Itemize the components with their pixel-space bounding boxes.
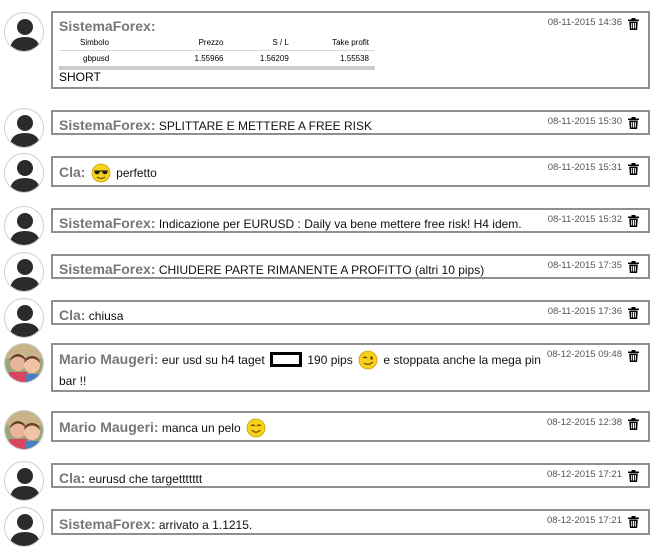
message-author: SistemaForex: bbox=[59, 117, 156, 133]
message-bubble: Mario Maugeri: manca un pelo 08-12-2015 … bbox=[51, 411, 650, 442]
message-text: SPLITTARE E METTERE A FREE RISK bbox=[158, 119, 372, 133]
message-author: Cla: bbox=[59, 307, 86, 323]
message-author: SistemaForex: bbox=[59, 18, 156, 34]
message-bubble: SistemaForex: SPLITTARE E METTERE A FREE… bbox=[51, 110, 650, 135]
message-timestamp: 08-11-2015 17:35 bbox=[547, 260, 622, 271]
message-line: SistemaForex: Indicazione per EURUSD : D… bbox=[59, 215, 539, 231]
message-line: Cla: perfetto bbox=[59, 163, 539, 183]
message-line: bar !! bbox=[59, 374, 539, 388]
default-avatar-icon bbox=[4, 12, 44, 52]
trash-icon[interactable] bbox=[628, 350, 639, 362]
user-photo-avatar bbox=[4, 410, 44, 450]
table-header: Take profit bbox=[294, 35, 375, 51]
table-row: gbpusd 1.55966 1.56209 1.55538 bbox=[59, 50, 375, 70]
message-text: arrivato a 1.1215. bbox=[158, 518, 253, 532]
message-author: SistemaForex: bbox=[59, 516, 156, 532]
trash-icon[interactable] bbox=[628, 18, 639, 30]
message-text: perfetto bbox=[116, 166, 157, 180]
message-bubble: SistemaForex: Indicazione per EURUSD : D… bbox=[51, 208, 650, 233]
trash-icon[interactable] bbox=[628, 470, 639, 482]
message-timestamp: 08-11-2015 15:30 bbox=[547, 116, 622, 127]
user-photo-avatar bbox=[4, 343, 44, 383]
message-text: chiusa bbox=[88, 309, 124, 323]
message-text: eurusd che targettttttt bbox=[88, 472, 203, 486]
message-bubble: Cla: perfetto 08-11-2015 15:31 bbox=[51, 156, 650, 187]
table-cell: 1.55966 bbox=[164, 50, 230, 70]
message-timestamp: 08-12-2015 09:48 bbox=[546, 349, 622, 360]
message-bubble: Cla: chiusa 08-11-2015 17:36 bbox=[51, 300, 650, 325]
message-text: manca un pelo bbox=[161, 421, 241, 435]
default-avatar-icon bbox=[4, 252, 44, 292]
default-avatar-icon bbox=[4, 507, 44, 547]
message-timestamp: 08-11-2015 17:36 bbox=[547, 306, 622, 317]
message-author: Cla: bbox=[59, 470, 86, 486]
message-text: e stoppata anche la mega pin bbox=[383, 353, 541, 367]
message-timestamp: 08-12-2015 17:21 bbox=[546, 469, 622, 480]
table-cell: 1.56209 bbox=[229, 50, 295, 70]
message-timestamp: 08-12-2015 12:38 bbox=[546, 417, 622, 428]
message-timestamp: 08-11-2015 15:31 bbox=[547, 162, 622, 173]
message-author: SistemaForex: bbox=[59, 215, 156, 231]
message-author: Mario Maugeri: bbox=[59, 419, 159, 435]
signal-direction: SHORT bbox=[59, 70, 101, 84]
default-avatar-icon bbox=[4, 153, 44, 193]
default-avatar-icon bbox=[4, 206, 44, 246]
message-bubble: Mario Maugeri: eur usd su h4 taget 190 p… bbox=[51, 343, 650, 392]
redacted-box bbox=[270, 352, 303, 367]
message-timestamp: 08-11-2015 15:32 bbox=[547, 214, 622, 225]
message-bubble: SistemaForex: arrivato a 1.1215. 08-12-2… bbox=[51, 509, 650, 535]
message-text: Indicazione per EURUSD : Daily va bene m… bbox=[158, 217, 522, 231]
message-bubble: SistemaForex: CHIUDERE PARTE RIMANENTE A… bbox=[51, 254, 650, 279]
trash-icon[interactable] bbox=[628, 261, 639, 273]
message-bubble: Cla: eurusd che targettttttt 08-12-2015 … bbox=[51, 463, 650, 488]
default-avatar-icon bbox=[4, 461, 44, 501]
table-header: Prezzo bbox=[164, 35, 230, 51]
message-text: eur usd su h4 taget bbox=[161, 353, 265, 367]
trash-icon[interactable] bbox=[628, 163, 639, 175]
smile-emoji-icon bbox=[246, 418, 266, 438]
message-author: Mario Maugeri: bbox=[59, 351, 159, 367]
table-cell: 1.55538 bbox=[294, 50, 375, 70]
message-text: bar !! bbox=[59, 374, 87, 388]
trash-icon[interactable] bbox=[628, 117, 639, 129]
table-header: Simbolo bbox=[59, 35, 165, 51]
message-author: SistemaForex: bbox=[59, 261, 156, 277]
message-line: Cla: chiusa bbox=[59, 307, 539, 323]
trade-signal-table: Simbolo Prezzo S / L Take profit gbpusd … bbox=[59, 35, 375, 70]
message-author: Cla: bbox=[59, 164, 86, 180]
trash-icon[interactable] bbox=[628, 307, 639, 319]
default-avatar-icon bbox=[4, 298, 44, 338]
cool-sunglasses-emoji-icon bbox=[91, 163, 111, 183]
table-cell: gbpusd bbox=[59, 50, 165, 70]
message-line: Mario Maugeri: eur usd su h4 taget 190 p… bbox=[59, 350, 541, 370]
trash-icon[interactable] bbox=[628, 516, 639, 528]
message-timestamp: 08-11-2015 14:36 bbox=[547, 17, 622, 28]
table-header: S / L bbox=[229, 35, 295, 51]
message-bubble: SistemaForex: Simbolo Prezzo S / L Take … bbox=[51, 11, 650, 89]
winking-emoji-icon bbox=[358, 350, 378, 370]
message-line: Cla: eurusd che targettttttt bbox=[59, 470, 539, 486]
message-line: SistemaForex: SPLITTARE E METTERE A FREE… bbox=[59, 117, 539, 133]
message-text: 190 pips bbox=[307, 353, 353, 367]
message-line: Mario Maugeri: manca un pelo bbox=[59, 418, 539, 438]
message-timestamp: 08-12-2015 17:21 bbox=[546, 515, 622, 526]
trash-icon[interactable] bbox=[628, 418, 639, 430]
trash-icon[interactable] bbox=[628, 215, 639, 227]
message-line: SistemaForex: bbox=[59, 18, 539, 34]
message-text: CHIUDERE PARTE RIMANENTE A PROFITTO (alt… bbox=[158, 263, 485, 277]
message-line: SistemaForex: arrivato a 1.1215. bbox=[59, 516, 539, 532]
message-line: SistemaForex: CHIUDERE PARTE RIMANENTE A… bbox=[59, 261, 539, 277]
default-avatar-icon bbox=[4, 108, 44, 148]
